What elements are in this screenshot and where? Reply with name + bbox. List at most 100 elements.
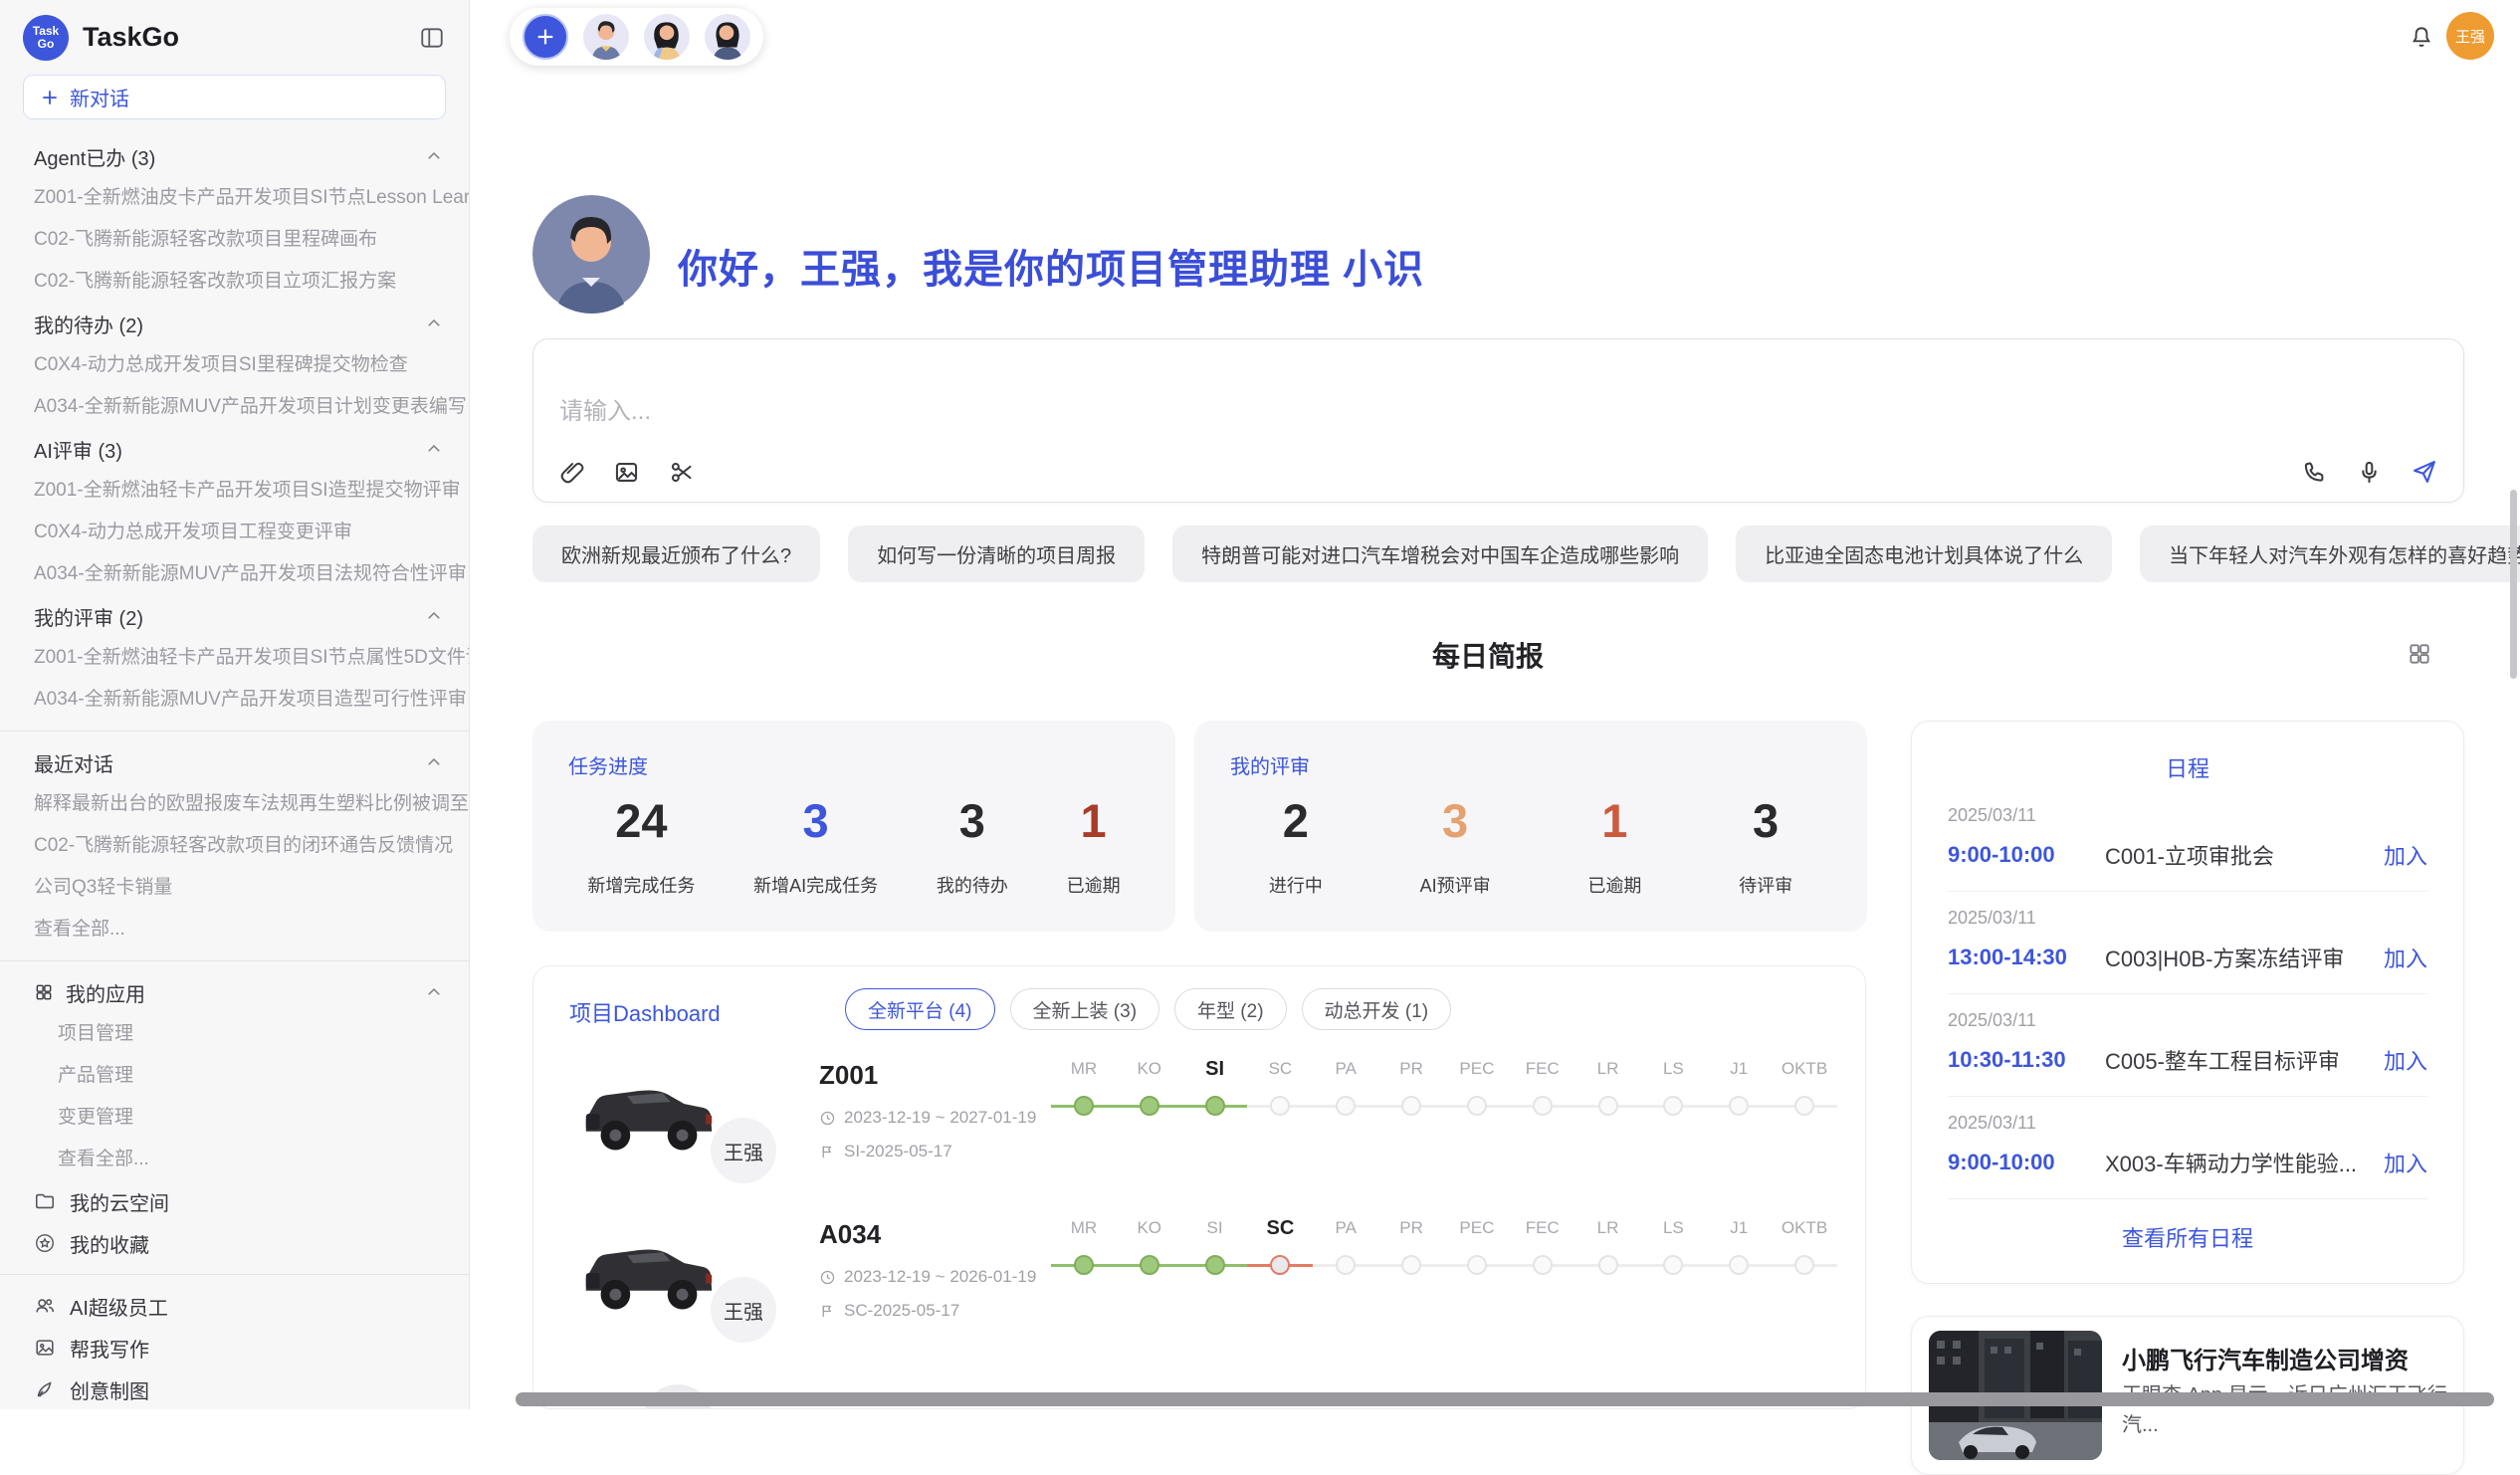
microphone-icon[interactable]: [2356, 459, 2383, 486]
project-dates-text: 2023-12-19 ~ 2027-01-19: [844, 1108, 1036, 1128]
sidebar-section-header[interactable]: AI评审 (3): [0, 428, 469, 470]
vertical-scrollbar[interactable]: [2510, 490, 2517, 679]
section-title: AI评审 (3): [34, 435, 425, 464]
plus-icon: [40, 88, 60, 107]
project-flag-text: SC-2025-05-17: [844, 1301, 959, 1321]
filter-chip[interactable]: 动总开发 (1): [1302, 988, 1452, 1030]
sidebar-item[interactable]: Z001-全新燃油轻卡产品开发项目SI造型提交物评审: [0, 470, 469, 512]
sidebar-item-ai-super-staff[interactable]: AI超级员工: [0, 1285, 469, 1327]
filter-chip[interactable]: 全新上装 (3): [1010, 988, 1160, 1030]
view-all-link[interactable]: 查看全部...: [0, 1139, 469, 1180]
milestone-cell: [1247, 1253, 1313, 1277]
sidebar-item[interactable]: A034-全新新能源MUV产品开发项目法规符合性评审: [0, 553, 469, 595]
milestone-cell: [1640, 1094, 1706, 1118]
join-link[interactable]: 加入: [2384, 1044, 2427, 1076]
notification-bell-icon[interactable]: [2409, 24, 2434, 50]
new-chat-button[interactable]: 新对话: [23, 75, 446, 119]
agent-avatar[interactable]: [644, 14, 690, 60]
milestone-cell: [1640, 1253, 1706, 1277]
milestone-cell: [1117, 1253, 1182, 1277]
event-time: 13:00-14:30: [1948, 945, 2105, 970]
join-link[interactable]: 加入: [2384, 1147, 2427, 1178]
sidebar-item[interactable]: C0X4-动力总成开发项目工程变更评审: [0, 512, 469, 553]
milestone-cell: [1313, 1094, 1378, 1118]
send-icon[interactable]: [2411, 458, 2438, 486]
sidebar-section-header[interactable]: 我的待办 (2): [0, 303, 469, 344]
sidebar-item[interactable]: Z001-全新燃油轻卡产品开发项目SI节点属性5D文件评审: [0, 637, 469, 679]
sidebar-section-header[interactable]: 我的评审 (2): [0, 595, 469, 637]
suggestion-chip[interactable]: 欧洲新规最近颁布了什么?: [532, 526, 820, 582]
suggestion-chip[interactable]: 比亚迪全固态电池计划具体说了什么: [1736, 526, 2112, 582]
project-code: Z001: [819, 1060, 878, 1091]
suggestion-chip[interactable]: 当下年轻人对汽车外观有怎样的喜好趋势: [2140, 526, 2520, 582]
voice-call-icon[interactable]: [2301, 459, 2328, 486]
milestone-cell: [1247, 1094, 1313, 1118]
project-flag-text: SI-2025-05-17: [844, 1142, 952, 1161]
suggestion-chip[interactable]: 特朗普可能对进口汽车增税会对中国车企造成哪些影响: [1172, 526, 1708, 582]
layout-grid-icon[interactable]: [2407, 641, 2432, 667]
milestone-node: [1074, 1096, 1094, 1116]
briefing-card: 我的评审2进行中3AI预评审1已逾期3待评审: [1194, 721, 1867, 932]
star-circle-icon: [34, 1232, 56, 1254]
sidebar-section-header[interactable]: 我的应用: [0, 971, 469, 1013]
sidebar-item-help-write[interactable]: 帮我写作: [0, 1327, 469, 1369]
sidebar-collapse-icon[interactable]: [419, 25, 445, 51]
news-snippet: 天眼查 App 显示，近日广州汇天飞行汽...: [2122, 1380, 2450, 1440]
event-time: 9:00-10:00: [1948, 842, 2105, 868]
sidebar-item-creative-drawing[interactable]: 创意制图: [0, 1369, 469, 1409]
project-row[interactable]: 王强A0342023-12-19 ~ 2026-01-19SC-2025-05-…: [533, 1201, 1865, 1361]
sidebar-item[interactable]: C0X4-动力总成开发项目SI里程碑提交物检查: [0, 344, 469, 386]
event-date: 2025/03/11: [1948, 908, 2427, 929]
add-agent-button[interactable]: [523, 14, 568, 60]
event-row: 9:00-10:00C001-立项审批会加入: [1948, 839, 2427, 871]
sidebar-item[interactable]: C02-飞腾新能源轻客改款项目里程碑画布: [0, 219, 469, 261]
filter-chip[interactable]: 年型 (2): [1174, 988, 1287, 1030]
sidebar-item-favorites[interactable]: 我的收藏: [0, 1222, 469, 1264]
sidebar-item-cloud-space[interactable]: 我的云空间: [0, 1180, 469, 1222]
insert-image-icon[interactable]: [613, 459, 640, 486]
section-title-text: 我的评审 (2): [34, 602, 143, 631]
sidebar-section-header[interactable]: Agent已办 (3): [0, 135, 469, 177]
milestone-label: PR: [1378, 1056, 1444, 1082]
sidebar-item[interactable]: A034-全新新能源MUV产品开发项目计划变更表编写: [0, 386, 469, 428]
sidebar-section-header[interactable]: 最近对话: [0, 741, 469, 783]
chat-input[interactable]: [559, 391, 2052, 431]
view-all-schedule-link[interactable]: 查看所有日程: [1912, 1221, 2463, 1253]
app-item[interactable]: 变更管理: [0, 1097, 469, 1139]
recent-conversation-item[interactable]: 公司Q3轻卡销量: [0, 867, 469, 909]
briefing-card: 任务进度24新增完成任务3新增AI完成任务3我的待办1已逾期: [532, 721, 1175, 932]
sidebar-item[interactable]: C02-飞腾新能源轻客改款项目立项汇报方案: [0, 261, 469, 303]
app-item[interactable]: 产品管理: [0, 1055, 469, 1097]
sidebar-item[interactable]: Z001-全新燃油皮卡产品开发项目SI节点Lesson Learn报告: [0, 177, 469, 219]
sidebar-item[interactable]: A034-全新新能源MUV产品开发项目造型可行性评审: [0, 679, 469, 721]
divider: [0, 1274, 469, 1275]
chevron-up-icon: [425, 983, 443, 1001]
chevron-up-icon: [425, 607, 443, 625]
event-row: 10:30-11:30C005-整车工程目标评审加入: [1948, 1044, 2427, 1076]
view-all-link[interactable]: 查看全部...: [0, 909, 469, 950]
join-link[interactable]: 加入: [2384, 839, 2427, 871]
chevron-up-icon: [425, 440, 443, 458]
join-link[interactable]: 加入: [2384, 942, 2427, 973]
user-avatar[interactable]: 王强: [2446, 12, 2494, 60]
section-title-text: 最近对话: [34, 748, 113, 777]
milestone-label: LS: [1640, 1215, 1706, 1241]
flag-icon: [819, 1303, 836, 1320]
project-row[interactable]: 王强Z0012023-12-19 ~ 2027-01-19SI-2025-05-…: [533, 1042, 1865, 1201]
scissors-icon[interactable]: [668, 459, 695, 486]
agent-avatar[interactable]: [705, 14, 750, 60]
pen-icon: [34, 1378, 56, 1400]
stat-label: AI预评审: [1420, 872, 1491, 898]
suggestion-chip[interactable]: 如何写一份清晰的项目周报: [848, 526, 1145, 582]
agent-avatar[interactable]: [583, 14, 629, 60]
clock-icon: [819, 1110, 836, 1127]
attachment-icon[interactable]: [558, 459, 585, 486]
recent-conversation-item[interactable]: C02-飞腾新能源轻客改款项目的闭环通告反馈情况: [0, 825, 469, 867]
filter-chip[interactable]: 全新平台 (4): [845, 988, 995, 1030]
horizontal-scrollbar[interactable]: [516, 1392, 2494, 1406]
milestone-node: [1336, 1096, 1356, 1116]
stat: 1已逾期: [1067, 793, 1121, 898]
recent-conversation-item[interactable]: 解释最新出台的欧盟报废车法规再生塑料比例被调至15%...: [0, 783, 469, 825]
stat-value: 3: [1420, 793, 1491, 848]
app-item[interactable]: 项目管理: [0, 1013, 469, 1055]
